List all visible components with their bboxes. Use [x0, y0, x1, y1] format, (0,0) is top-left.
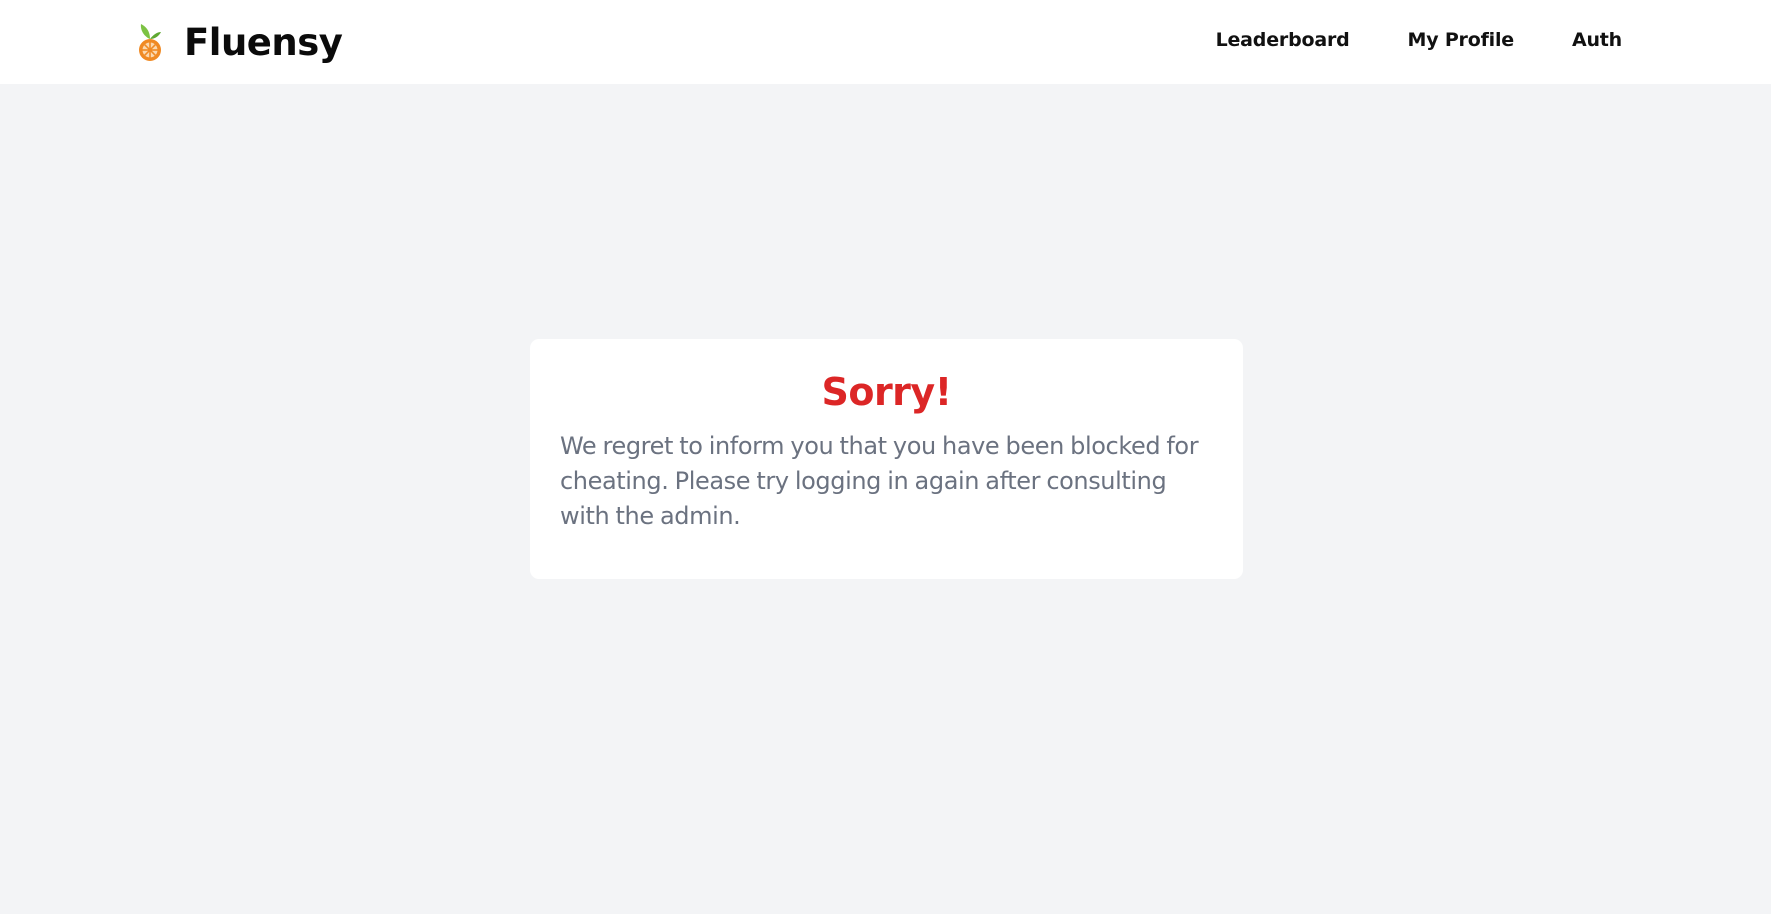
- brand-name: Fluensy: [184, 20, 343, 64]
- orange-fruit-icon: [139, 24, 161, 61]
- blocked-notice-title: Sorry!: [821, 370, 952, 414]
- nav-my-profile-link[interactable]: My Profile: [1408, 29, 1515, 51]
- brand-home-link[interactable]: Fluensy: [136, 16, 343, 68]
- main-nav: Leaderboard My Profile Auth: [1216, 0, 1623, 80]
- nav-auth-link[interactable]: Auth: [1572, 29, 1622, 51]
- nav-leaderboard-link[interactable]: Leaderboard: [1216, 29, 1350, 51]
- blocked-notice-message: We regret to inform you that you have be…: [560, 432, 1199, 530]
- blocked-notice-card: Sorry! We regret to inform you that you …: [530, 339, 1243, 579]
- top-navbar: Fluensy Leaderboard My Profile Auth: [0, 0, 1771, 84]
